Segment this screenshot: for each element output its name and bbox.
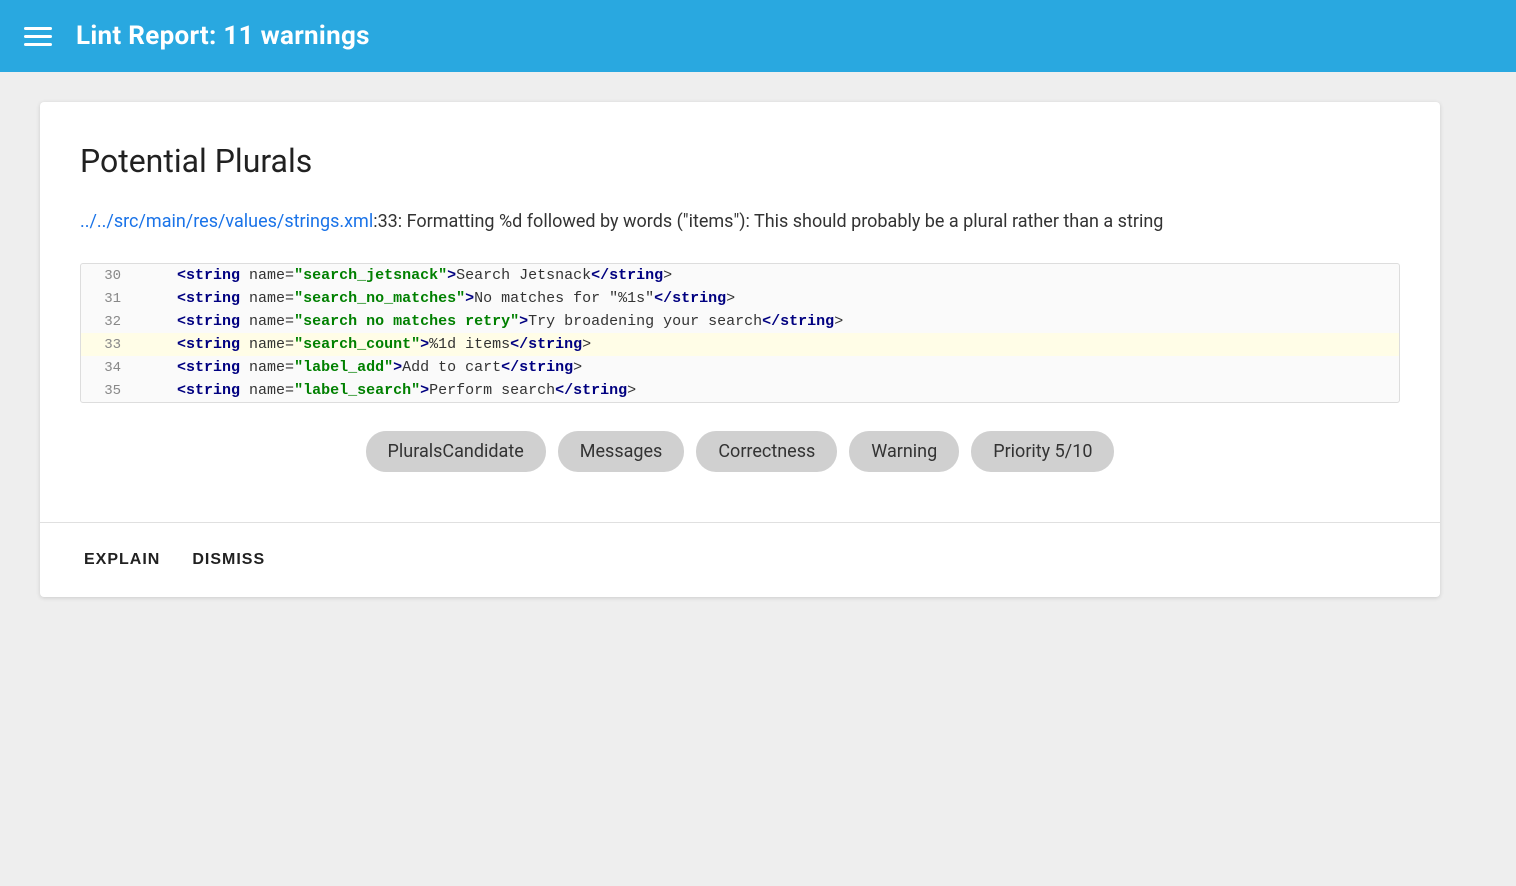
code-block: 30 <string name="search_jetsnack">Search… [80,263,1400,403]
code-line: 35 <string name="label_search">Perform s… [81,379,1399,402]
line-content: <string name="search_jetsnack">Search Je… [141,267,672,284]
lint-card: Potential Plurals ../../src/main/res/val… [40,102,1440,597]
code-line: 34 <string name="label_add">Add to cart<… [81,356,1399,379]
main-content: Potential Plurals ../../src/main/res/val… [0,72,1516,627]
line-number: 32 [81,314,141,330]
tag-badge: PluralsCandidate [366,431,546,472]
tag-badge: Messages [558,431,685,472]
page-title: Lint Report: 11 warnings [76,21,370,51]
card-footer: EXPLAIN DISMISS [40,522,1440,597]
hamburger-menu[interactable] [24,27,52,46]
line-number: 31 [81,291,141,307]
line-number: 30 [81,268,141,284]
explain-button[interactable]: EXPLAIN [80,543,164,577]
card-wrapper: Potential Plurals ../../src/main/res/val… [40,102,1476,597]
line-content: <string name="label_add">Add to cart</st… [141,359,582,376]
issue-description-text: :33: Formatting %d followed by words ("i… [373,211,1163,232]
line-number: 35 [81,383,141,399]
card-body: Potential Plurals ../../src/main/res/val… [40,102,1440,522]
code-line: 32 <string name="search no matches retry… [81,310,1399,333]
dismiss-button[interactable]: DISMISS [188,543,269,577]
issue-description: ../../src/main/res/values/strings.xml:33… [80,208,1400,235]
code-line: 31 <string name="search_no_matches">No m… [81,287,1399,310]
tag-badge: Warning [849,431,959,472]
line-content: <string name="search no matches retry">T… [141,313,843,330]
top-bar: Lint Report: 11 warnings [0,0,1516,72]
line-content: <string name="search_count">%1d items</s… [141,336,591,353]
code-line: 30 <string name="search_jetsnack">Search… [81,264,1399,287]
line-number: 34 [81,360,141,376]
code-line: 33 <string name="search_count">%1d items… [81,333,1399,356]
tag-badge: Correctness [696,431,837,472]
line-number: 33 [81,337,141,353]
line-content: <string name="label_search">Perform sear… [141,382,636,399]
tags-row: PluralsCandidate Messages Correctness Warni… [80,431,1400,472]
issue-link[interactable]: ../../src/main/res/values/strings.xml [80,211,373,232]
section-title: Potential Plurals [80,142,1400,180]
tag-badge: Priority 5/10 [971,431,1114,472]
line-content: <string name="search_no_matches">No matc… [141,290,735,307]
